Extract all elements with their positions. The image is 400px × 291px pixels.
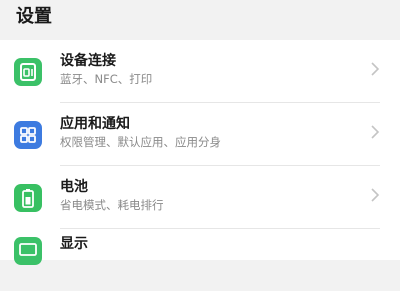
settings-item-display[interactable]: 显示 [0, 229, 400, 291]
apps-grid-icon [14, 121, 42, 149]
settings-item-label: 设备连接 [60, 53, 116, 69]
settings-item-apps-notifications[interactable]: 应用和通知 权限管理、默认应用、应用分身 [0, 103, 400, 165]
settings-item-label: 电池 [60, 179, 88, 195]
device-connection-icon [14, 58, 42, 86]
settings-item-subtitle: 省电模式、耗电排行 [60, 198, 164, 212]
chevron-right-icon [370, 123, 380, 141]
settings-item-label: 显示 [60, 236, 88, 252]
settings-item-label: 应用和通知 [60, 116, 130, 132]
page-title: 设置 [16, 6, 52, 27]
chevron-right-icon [370, 60, 380, 78]
page-header: 设置 [0, 0, 400, 36]
display-icon [14, 237, 42, 265]
battery-icon [14, 184, 42, 212]
settings-item-subtitle: 蓝牙、NFC、打印 [60, 72, 153, 86]
settings-list: 设备连接 蓝牙、NFC、打印 应用和通知 权限管理、默认应用、应用分身 电池 省… [0, 40, 400, 265]
settings-item-battery[interactable]: 电池 省电模式、耗电排行 [0, 166, 400, 228]
settings-item-subtitle: 权限管理、默认应用、应用分身 [60, 135, 221, 149]
chevron-right-icon [370, 186, 380, 204]
settings-item-device-connection[interactable]: 设备连接 蓝牙、NFC、打印 [0, 40, 400, 102]
